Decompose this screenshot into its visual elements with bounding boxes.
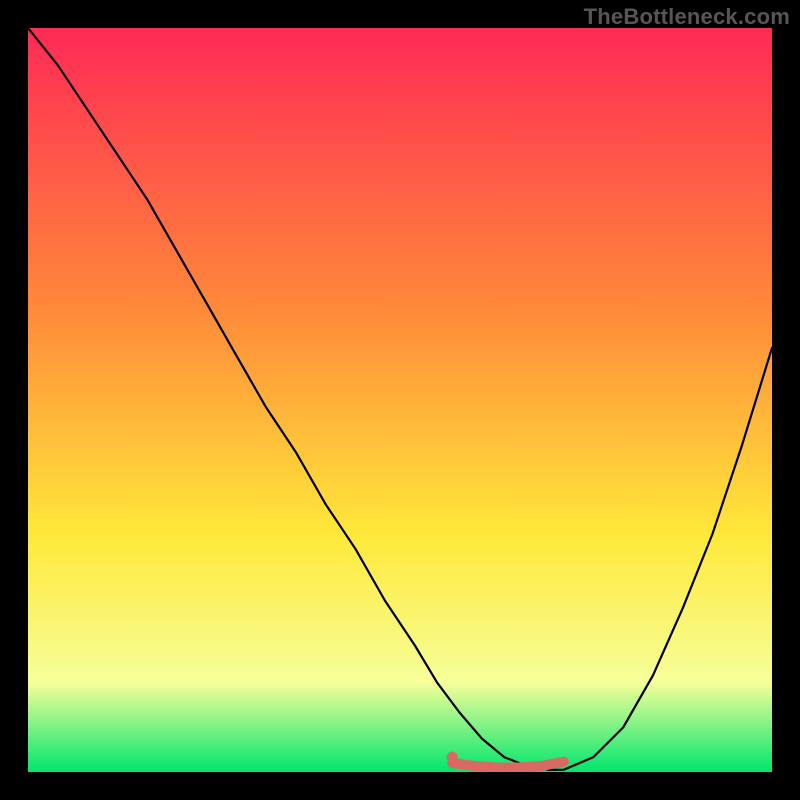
watermark-text: TheBottleneck.com bbox=[584, 4, 790, 30]
optimal-start-dot bbox=[447, 752, 458, 763]
bottleneck-plot bbox=[28, 28, 772, 772]
chart-frame: TheBottleneck.com bbox=[0, 0, 800, 800]
